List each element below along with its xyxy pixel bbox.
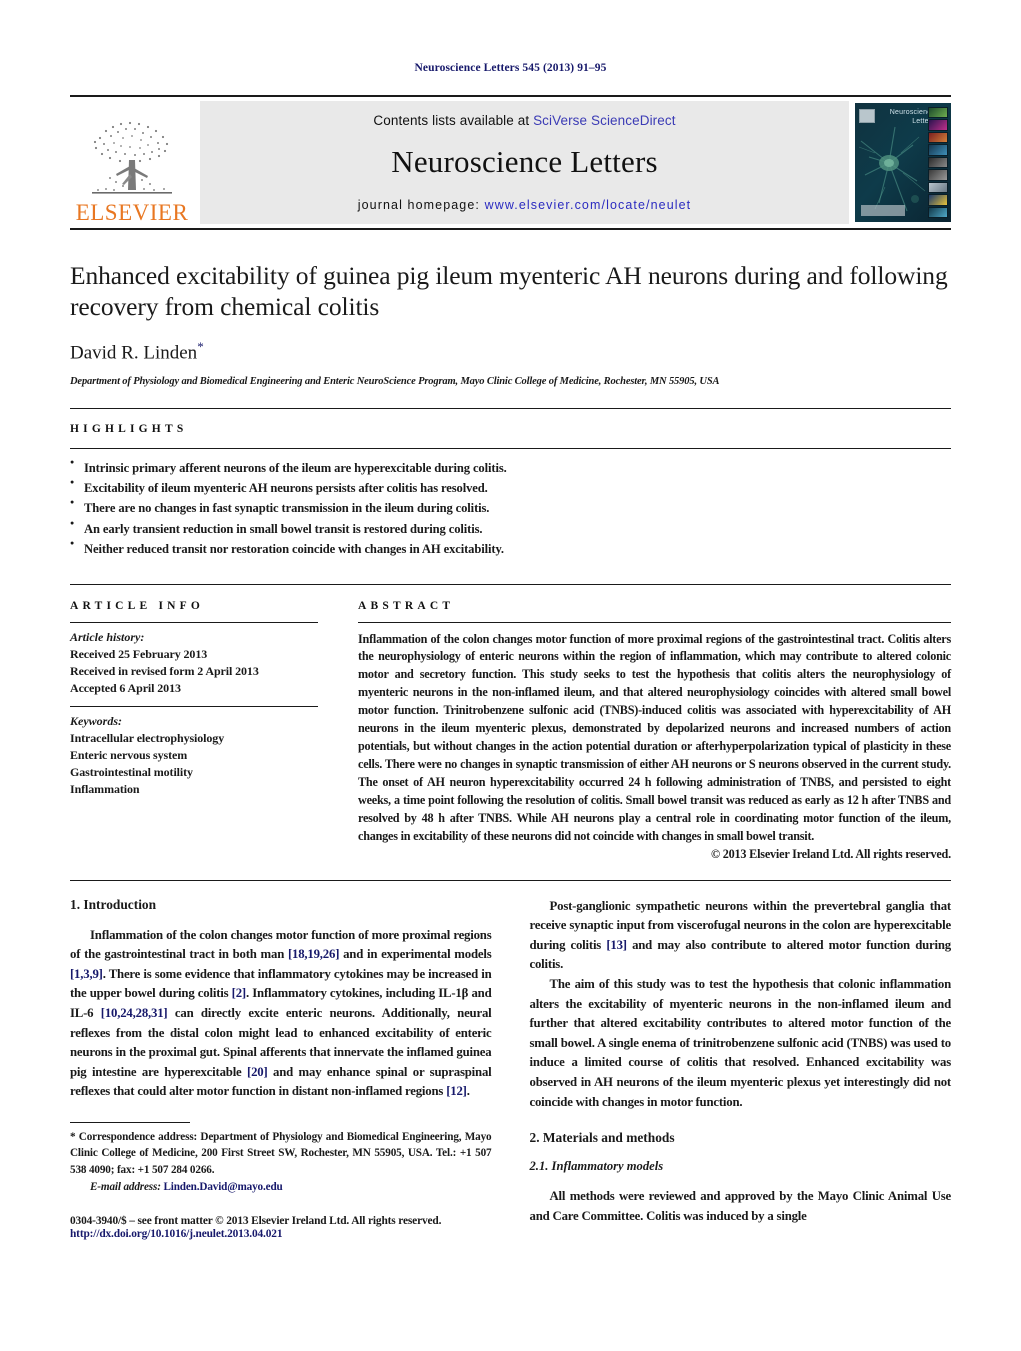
cover-journal-title: Neuroscience Letters [889,109,935,125]
section-heading-materials-and-methods: 2. Materials and methods [529,1130,675,1146]
cover-thumb-7 [928,181,948,194]
elsevier-wordmark: ELSEVIER [75,200,189,225]
keywords-group: Keywords: Intracellular electrophysiolog… [70,707,318,807]
email-line: E-mail address: Linden.David@mayo.edu [70,1179,492,1195]
elsevier-tree-icon [92,121,172,194]
citation-ref[interactable]: [1,3,9] [70,967,103,981]
journal-title: Neuroscience Letters [391,144,658,179]
info-and-abstract: ARTICLE INFO Article history: Received 2… [70,583,951,862]
highlights-list: Intrinsic primary afferent neurons of th… [70,457,951,560]
citation-ref[interactable]: [12] [446,1084,467,1098]
contents-prefix-text: Contents lists available at [373,113,534,128]
contents-available-line: Contents lists available at SciVerse Sci… [373,113,675,128]
title-block: Enhanced excitability of guinea pig ileu… [70,230,951,387]
journal-homepage-link[interactable]: www.elsevier.com/locate/neulet [485,198,692,212]
citation-ref[interactable]: [20] [247,1065,268,1079]
highlights-section: HIGHLIGHTS Intrinsic primary afferent ne… [70,407,951,560]
cover-thumb-6 [928,169,948,181]
abstract-text: Inflammation of the colon changes motor … [358,631,951,843]
journal-masthead: ELSEVIER Contents lists available at Sci… [70,95,951,230]
email-link[interactable]: Linden.David@mayo.edu [163,1181,282,1193]
homepage-prefix-text: journal homepage: [357,198,485,212]
list-item: Neither reduced transit nor restoration … [70,538,951,559]
article-body: 1. Introduction Inflammation of the colo… [70,879,952,1241]
list-item: Intrinsic primary afferent neurons of th… [70,457,951,478]
section-heading-introduction: 1. Introduction [70,896,157,912]
intro-paragraph-1: Inflammation of the colon changes motor … [70,926,492,1102]
highlights-divider [70,447,951,449]
author-list: David R. Linden* [70,339,951,364]
body-column-right: Post-ganglionic sympathetic neurons with… [530,897,952,1241]
cover-thumb-8 [928,194,948,206]
body-column-left: 1. Introduction Inflammation of the colo… [70,896,492,1240]
citation-ref[interactable]: [2] [232,986,247,1000]
article-info-heading: ARTICLE INFO [70,599,205,612]
article-page: Neuroscience Letters 545 (2013) 91–95 EL… [0,0,1021,1351]
intro-paragraph-3: The aim of this study was to test the hy… [529,977,952,1109]
keyword-item: Gastrointestinal motility [70,764,193,779]
citation-ref[interactable]: [13] [606,938,627,952]
citation-ref[interactable]: [18,19,26] [288,947,340,961]
keywords-label: Keywords: [70,713,122,728]
correspondence-address: * Correspondence address: Department of … [70,1130,492,1176]
email-label: E-mail address: [90,1180,161,1193]
keyword-item: Enteric nervous system [70,747,188,762]
cover-publisher-mark [859,109,875,123]
sciencedirect-link[interactable]: SciVerse ScienceDirect [533,113,676,128]
cover-thumb-2 [928,119,948,131]
cover-thumb-4 [928,144,948,156]
affiliation: Department of Physiology and Biomedical … [70,375,720,387]
cover-thumbnail-strip [928,107,948,218]
list-item: Excitability of ileum myenteric AH neuro… [70,477,951,498]
list-item: An early transient reduction in small bo… [70,518,951,539]
journal-homepage-line: journal homepage: www.elsevier.com/locat… [358,198,692,212]
running-head: Neuroscience Letters 545 (2013) 91–95 [414,62,607,74]
cover-thumb-5 [928,156,948,169]
abstract-heading: ABSTRACT [358,599,455,612]
abstract-column: ABSTRACT Inflammation of the colon chang… [358,600,951,862]
keyword-item: Intracellular electrophysiology [70,730,225,745]
highlights-heading: HIGHLIGHTS [70,422,188,435]
journal-cover-thumbnail: Neuroscience Letters [855,103,951,222]
cover-thumb-1 [928,107,948,119]
citation-ref[interactable]: [10,24,28,31] [101,1006,168,1020]
cover-thumb-9 [928,206,948,218]
subsection-heading-inflammatory-models: 2.1. Inflammatory models [529,1159,664,1174]
elsevier-logo: ELSEVIER [70,97,194,228]
doi-link[interactable]: http://dx.doi.org/10.1016/j.neulet.2013.… [70,1228,492,1240]
article-history-group: Article history: Received 25 February 20… [70,623,318,706]
cover-thumb-3 [928,131,948,144]
author-name: David R. Linden [70,342,198,364]
abstract-copyright: © 2013 Elsevier Ireland Ltd. All rights … [710,846,951,861]
front-matter-line: 0304-3940/$ – see front matter © 2013 El… [70,1215,442,1228]
intro-paragraph-2: Post-ganglionic sympathetic neurons with… [530,897,952,975]
correspondence-footnote: * Correspondence address: Department of … [70,1121,492,1195]
cover-caption-bar [861,205,905,216]
intro-p1-seg-g: . [466,1084,470,1099]
page-title: Enhanced excitability of guinea pig ileu… [70,261,948,322]
article-info-column: ARTICLE INFO Article history: Received 2… [70,600,318,862]
keyword-item: Inflammation [70,781,140,796]
article-history-received: Received 25 February 2013 [70,646,208,661]
corresponding-author-marker: * [197,339,204,355]
methods-paragraph-1: All methods were reviewed and approved b… [529,1189,952,1223]
article-history-label: Article history: [70,629,145,644]
issn-footer: 0304-3940/$ – see front matter © 2013 El… [70,1215,492,1240]
intro-p1-seg-b: and in experimental models [339,947,492,962]
article-history-revised: Received in revised form 2 April 2013 [70,663,259,678]
masthead-center-panel: Contents lists available at SciVerse Sci… [200,101,849,224]
article-history-accepted: Accepted 6 April 2013 [70,680,181,695]
list-item: There are no changes in fast synaptic tr… [70,497,951,518]
